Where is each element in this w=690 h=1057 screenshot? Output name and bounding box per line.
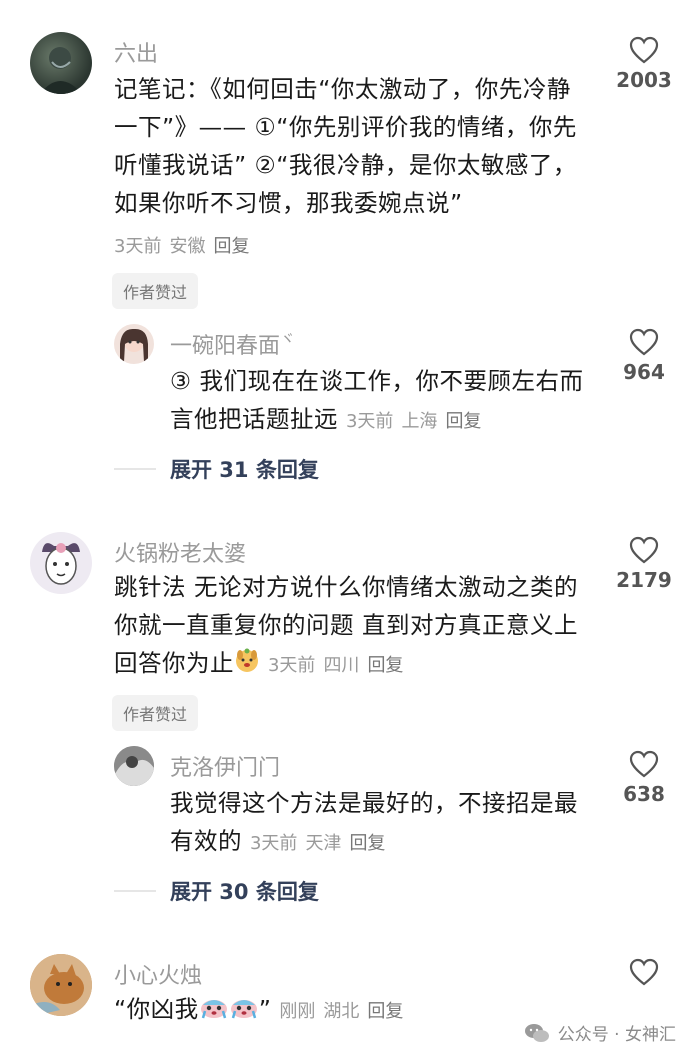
reply-location: 上海 xyxy=(401,411,438,432)
reply-line: ③ 我们现在在谈工作，你不要顾左右而 xyxy=(170,367,584,395)
comment-location: 湖北 xyxy=(323,1001,360,1022)
expand-replies-label: 展开 30 条回复 xyxy=(170,880,319,904)
reply-button[interactable]: 回复 xyxy=(367,655,403,676)
like-button[interactable]: 2003 xyxy=(614,36,674,92)
reply-author[interactable]: 克洛伊门门 xyxy=(170,750,280,782)
wechat-icon xyxy=(524,1023,549,1042)
heart-outline-icon xyxy=(629,328,659,356)
comment-meta: 3天前 四川 回复 xyxy=(268,655,411,676)
reply-line-text: 有效的 xyxy=(170,827,242,855)
comment-author[interactable]: 小心火烛 xyxy=(114,958,202,990)
comment-location: 安徽 xyxy=(169,236,206,257)
comment-author[interactable]: 六出 xyxy=(114,36,158,68)
reply-location: 天津 xyxy=(305,833,342,854)
like-button[interactable]: 638 xyxy=(614,750,674,806)
reply-author[interactable]: 一碗阳春面ヾ xyxy=(170,328,295,360)
reply-author-suffix: ヾ xyxy=(280,330,296,348)
like-button[interactable]: 964 xyxy=(614,328,674,384)
author-liked-badge: 作者赞过 xyxy=(112,273,199,309)
heart-outline-icon xyxy=(629,36,659,64)
comment-meta: 刚刚 湖北 回复 xyxy=(279,1001,411,1022)
watermark: 公众号 · 女神汇 xyxy=(524,1020,676,1045)
comment-location: 四川 xyxy=(323,655,360,676)
comment-text: 跳针法 无论对方说什么你情绪太激动之类的 你就一直重复你的问题 直到对方真正意义… xyxy=(114,568,594,685)
avatar-image xyxy=(114,746,154,786)
comment-line: 跳针法 无论对方说什么你情绪太激动之类的 xyxy=(114,573,578,601)
heart-outline-icon xyxy=(629,958,659,986)
crying-emoji-icon xyxy=(229,992,259,1030)
reply-line: 言他把话题扯远 3天前 上海 回复 xyxy=(170,400,600,441)
comment-line-text: 回答你为止 xyxy=(114,649,234,677)
reply-button[interactable]: 回复 xyxy=(445,411,481,432)
comment-line: 你就一直重复你的问题 直到对方真正意义上 xyxy=(114,611,578,639)
comment-time: 3天前 xyxy=(114,236,162,257)
avatar-image xyxy=(40,47,82,94)
avatar-image xyxy=(42,543,80,585)
expand-replies-label: 展开 31 条回复 xyxy=(170,458,319,482)
reply-line-text: 言他把话题扯远 xyxy=(170,405,338,433)
avatar[interactable] xyxy=(30,32,92,94)
comment-time: 刚刚 xyxy=(279,1001,316,1022)
avatar[interactable] xyxy=(30,532,92,594)
avatar[interactable] xyxy=(114,324,154,364)
heart-outline-icon xyxy=(629,750,659,778)
expand-replies[interactable]: 展开 31 条回复 xyxy=(114,454,319,484)
comment-line: 听懂我说话” ②“我很冷静，是你太敏感了， xyxy=(114,151,577,179)
comment-line-text: ” xyxy=(258,995,272,1023)
avatar-image xyxy=(120,328,148,362)
comment-line: 如果你听不习惯，那我委婉点说” xyxy=(114,189,463,217)
comment-line-text: “你凶我 xyxy=(114,995,199,1023)
comment-line: 记笔记：《如何回击“你太激动了，你先冷静 xyxy=(114,75,571,103)
author-liked-badge: 作者赞过 xyxy=(112,695,199,731)
reply-time: 3天前 xyxy=(249,833,298,854)
watermark-text: 公众号 · 女神汇 xyxy=(557,1025,676,1045)
comment-time: 3天前 xyxy=(267,655,316,676)
like-button[interactable] xyxy=(614,958,674,986)
comment-text: 记笔记：《如何回击“你太激动了，你先冷静 一下”》—— ①“你先别评价我的情绪，… xyxy=(114,70,594,266)
reply-meta: 3天前 上海 回复 xyxy=(346,411,489,432)
puppy-emoji-icon xyxy=(234,646,260,684)
reply-button[interactable]: 回复 xyxy=(367,1001,403,1022)
reply-text: ③ 我们现在在谈工作，你不要顾左右而 言他把话题扯远 3天前 上海 回复 xyxy=(170,362,600,441)
comment-author[interactable]: 火锅粉老太婆 xyxy=(114,536,246,568)
crying-emoji-icon xyxy=(199,992,229,1030)
like-count: 2003 xyxy=(616,68,672,92)
reply-button[interactable]: 回复 xyxy=(349,833,385,854)
comment-line: 一下”》—— ①“你先别评价我的情绪，你先 xyxy=(114,113,577,141)
avatar[interactable] xyxy=(30,954,92,1016)
like-count: 638 xyxy=(623,782,665,806)
reply-meta: 3天前 天津 回复 xyxy=(250,833,393,854)
reply-author-name: 一碗阳春面 xyxy=(170,334,281,359)
like-count: 2179 xyxy=(616,568,672,592)
divider xyxy=(114,890,156,892)
comment-line: “你凶我 ” 刚刚 湖北 回复 xyxy=(114,990,594,1031)
expand-replies[interactable]: 展开 30 条回复 xyxy=(114,876,319,906)
reply-line: 我觉得这个方法是最好的，不接招是最 xyxy=(170,789,578,817)
like-button[interactable]: 2179 xyxy=(614,536,674,592)
comment-line: 回答你为止 3天前 四川 回复 xyxy=(114,644,594,685)
reply-line: 有效的 3天前 天津 回复 xyxy=(170,822,600,863)
comment-meta: 3天前 安徽 回复 xyxy=(114,228,594,266)
heart-outline-icon xyxy=(629,536,659,564)
like-count: 964 xyxy=(623,360,665,384)
comment-text: “你凶我 ” 刚刚 湖北 回复 xyxy=(114,990,594,1031)
reply-time: 3天前 xyxy=(345,411,394,432)
divider xyxy=(114,468,156,470)
reply-text: 我觉得这个方法是最好的，不接招是最 有效的 3天前 天津 回复 xyxy=(170,784,600,863)
reply-button[interactable]: 回复 xyxy=(213,236,249,257)
avatar[interactable] xyxy=(114,746,154,786)
avatar-image xyxy=(30,954,92,1016)
